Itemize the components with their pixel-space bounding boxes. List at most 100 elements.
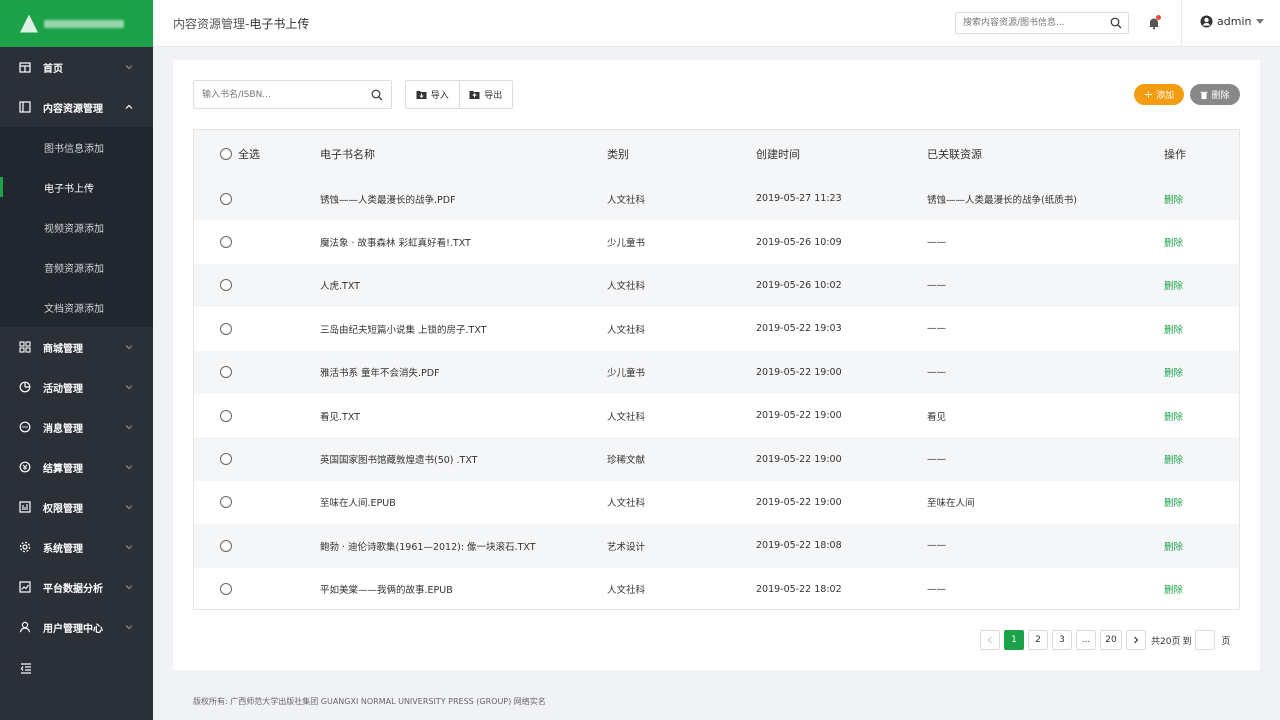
delete-label: 删除 <box>1211 91 1230 101</box>
cell-category: 人文社科 <box>607 498 646 510</box>
row-delete-link[interactable]: 删除 <box>1164 192 1183 206</box>
logo[interactable] <box>0 0 153 47</box>
chevron-down-icon <box>125 585 133 590</box>
sidebar-item-label: 权限管理 <box>43 503 83 515</box>
table-row: 至味在人间.EPUB 人文社科 2019-05-22 19:00 至味在人间 删… <box>194 481 1239 524</box>
cell-name: 至味在人间.EPUB <box>320 498 396 510</box>
collapse-menu-icon[interactable] <box>20 662 32 674</box>
add-button[interactable]: + 添加 <box>1134 84 1184 105</box>
sidebar-subitem-book-info[interactable]: 图书信息添加 <box>0 127 153 167</box>
select-all-label[interactable]: 全选 <box>238 146 260 162</box>
search-icon[interactable] <box>371 89 383 101</box>
cell-category: 人文社科 <box>607 281 646 293</box>
cell-created: 2019-05-22 18:02 <box>756 583 842 595</box>
sidebar-subitem-ebook-upload[interactable]: 电子书上传 <box>0 167 153 207</box>
cell-created: 2019-05-26 10:02 <box>756 279 842 291</box>
pie-icon <box>19 381 31 393</box>
sidebar-item-label: 系统管理 <box>43 543 83 555</box>
sidebar-item-system[interactable]: 系统管理 <box>0 527 153 567</box>
sidebar-item-users[interactable]: 用户管理中心 <box>0 607 153 647</box>
row-select-radio[interactable] <box>220 192 232 205</box>
row-delete-link[interactable]: 删除 <box>1164 235 1183 249</box>
row-select-radio[interactable] <box>220 236 232 249</box>
sidebar-item-content[interactable]: 内容资源管理 <box>0 87 153 127</box>
row-select-radio[interactable] <box>220 409 232 422</box>
cell-created: 2019-05-22 19:03 <box>756 323 842 335</box>
page-button-1[interactable]: 1 <box>1004 630 1024 650</box>
message-icon <box>19 421 31 433</box>
sidebar-item-mall[interactable]: 商城管理 <box>0 327 153 367</box>
prev-page-button[interactable] <box>980 630 1000 650</box>
goto-label: 到 <box>1182 636 1192 647</box>
sidebar-item-settlement[interactable]: 结算管理 <box>0 447 153 487</box>
row-delete-link[interactable]: 删除 <box>1164 365 1183 379</box>
cell-name: 平如美棠——我俩的故事.EPUB <box>320 585 453 597</box>
cell-category: 人文社科 <box>607 324 646 336</box>
cell-name: 看见.TXT <box>320 411 360 423</box>
row-delete-link[interactable]: 删除 <box>1164 409 1183 423</box>
sidebar-item-permission[interactable]: 权限管理 <box>0 487 153 527</box>
cell-name: 雅活书系 童年不会消失.PDF <box>320 368 440 380</box>
sidebar-subitem-video[interactable]: 视频资源添加 <box>0 207 153 247</box>
row-select-radio[interactable] <box>220 453 232 466</box>
page-button-3[interactable]: 3 <box>1052 630 1072 650</box>
row-select-radio[interactable] <box>220 279 232 292</box>
chevron-left-icon <box>987 636 992 644</box>
export-icon <box>469 91 480 99</box>
cell-related: —— <box>927 236 946 248</box>
cell-name: 英国国家图书馆藏敦煌遗书(50) .TXT <box>320 455 478 467</box>
username: admin <box>1217 15 1252 28</box>
row-select-radio[interactable] <box>220 366 232 379</box>
page-total: 共20页 <box>1151 636 1181 647</box>
ebook-table: 全选 电子书名称 类别 创建时间 已关联资源 操作 锈蚀——人类最漫长的战争.P… <box>193 129 1240 610</box>
cell-related: 锈蚀——人类最漫长的战争(纸质书) <box>927 194 1077 206</box>
global-search-input[interactable] <box>956 13 1096 33</box>
export-label: 导出 <box>484 91 503 101</box>
export-button[interactable]: 导出 <box>458 81 513 108</box>
sidebar-subitem-audio[interactable]: 音频资源添加 <box>0 247 153 287</box>
table-row: 雅活书系 童年不会消失.PDF 少儿童书 2019-05-22 19:00 ——… <box>194 350 1239 394</box>
sidebar-subitem-document[interactable]: 文档资源添加 <box>0 287 153 327</box>
cell-category: 人文社科 <box>607 194 646 206</box>
row-delete-link[interactable]: 删除 <box>1164 322 1183 336</box>
page-ellipsis[interactable]: ... <box>1076 630 1096 650</box>
search-icon[interactable] <box>1110 17 1122 29</box>
cell-related: —— <box>927 453 946 465</box>
user-menu[interactable]: admin <box>1200 15 1265 28</box>
row-delete-link[interactable]: 删除 <box>1164 452 1183 466</box>
import-button[interactable]: 导入 <box>406 81 459 108</box>
chevron-up-icon <box>125 104 133 109</box>
row-select-radio[interactable] <box>220 583 232 596</box>
table-row: 鲍勃 · 迪伦诗歌集(1961—2012): 像一块滚石.TXT 艺术设计 20… <box>194 524 1239 568</box>
sidebar-item-message[interactable]: 消息管理 <box>0 407 153 447</box>
row-delete-link[interactable]: 删除 <box>1164 582 1183 596</box>
page-button-2[interactable]: 2 <box>1028 630 1048 650</box>
settle-icon <box>19 461 31 473</box>
row-select-radio[interactable] <box>220 322 232 335</box>
calendar-icon <box>19 61 31 73</box>
add-label: 添加 <box>1156 91 1175 101</box>
sidebar-item-analytics[interactable]: 平台数据分析 <box>0 567 153 607</box>
select-all-radio[interactable] <box>220 147 232 160</box>
row-delete-link[interactable]: 删除 <box>1164 495 1183 509</box>
row-select-radio[interactable] <box>220 496 232 509</box>
goto-page-input[interactable] <box>1195 630 1216 650</box>
gear-icon <box>19 541 31 553</box>
sidebar-item-label: 活动管理 <box>43 383 83 395</box>
page-button-20[interactable]: 20 <box>1100 630 1122 650</box>
cell-created: 2019-05-27 11:23 <box>756 193 842 205</box>
row-delete-link[interactable]: 删除 <box>1164 278 1183 292</box>
header-divider <box>1181 0 1182 47</box>
plus-icon: + <box>1143 88 1154 101</box>
chevron-down-icon <box>125 545 133 550</box>
global-search <box>955 12 1129 34</box>
book-search-input[interactable] <box>194 81 354 108</box>
sidebar-item-home[interactable]: 首页 <box>0 47 153 87</box>
next-page-button[interactable] <box>1126 630 1146 650</box>
row-select-radio[interactable] <box>220 539 232 552</box>
table-header: 全选 电子书名称 类别 创建时间 已关联资源 操作 <box>194 130 1239 177</box>
cell-created: 2019-05-22 19:00 <box>756 410 842 422</box>
delete-button[interactable]: 删除 <box>1190 84 1240 105</box>
sidebar-item-activity[interactable]: 活动管理 <box>0 367 153 407</box>
row-delete-link[interactable]: 删除 <box>1164 539 1183 553</box>
